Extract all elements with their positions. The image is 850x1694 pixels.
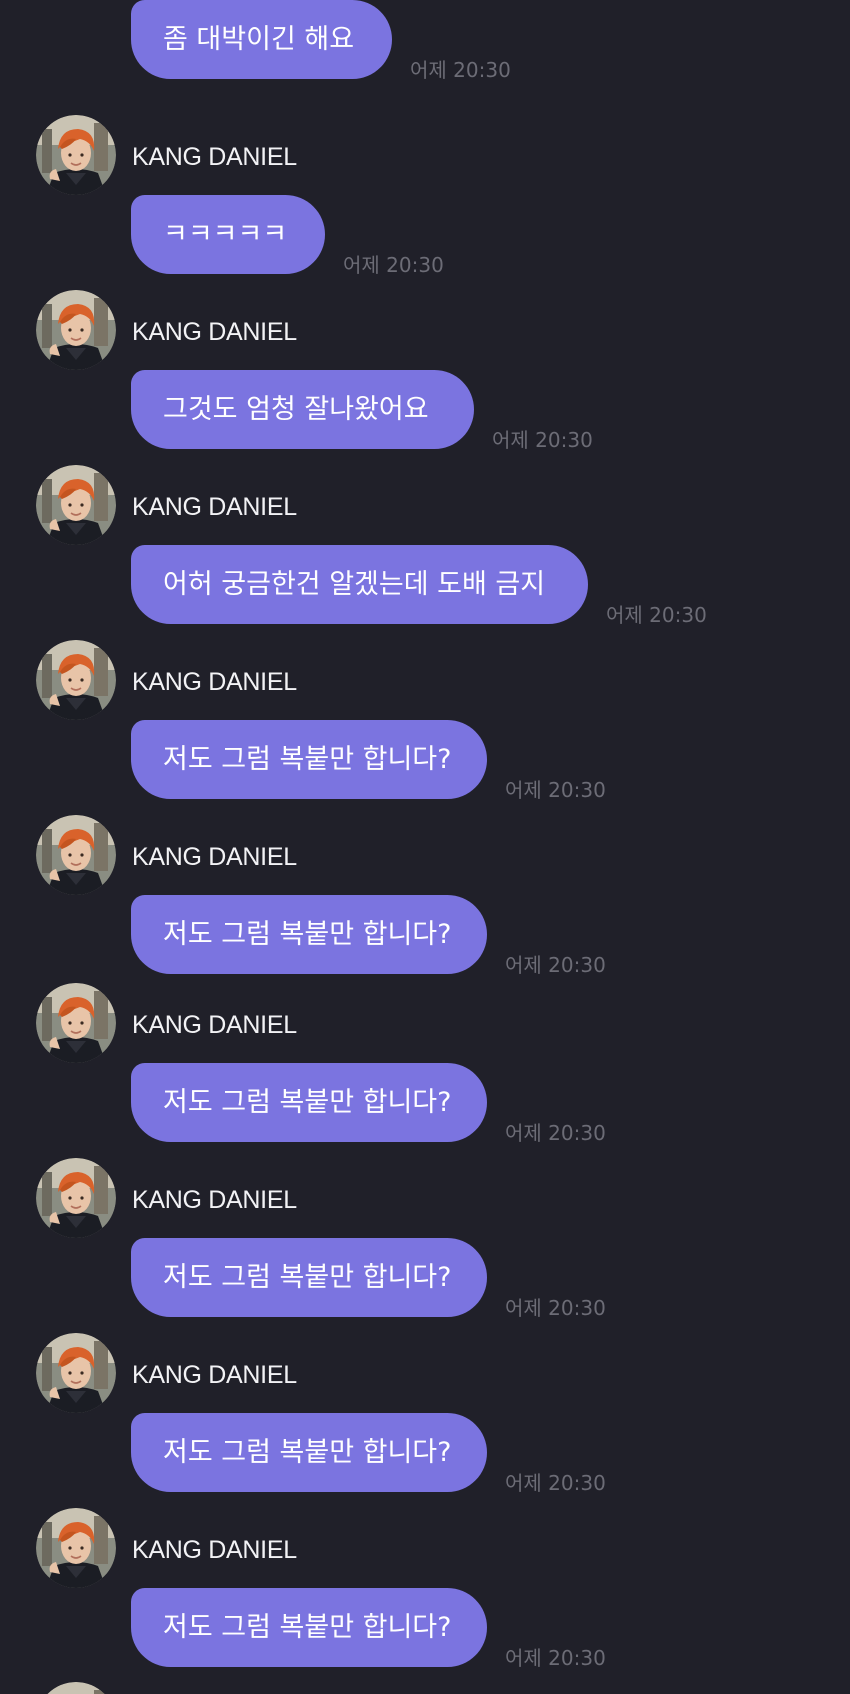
sender-name: KANG DANIEL bbox=[132, 493, 297, 521]
message-block: KANG DANIEL 저도 그럼 복붙만 합니다? 어제 20:30 bbox=[0, 1508, 850, 1683]
message-bubble[interactable]: 저도 그럼 복붙만 합니다? bbox=[131, 1413, 487, 1492]
chat-message-list[interactable]: 좀 대박이긴 해요어제 20:30 KANG DANIEL ㅋㅋㅋㅋㅋ 어제 20:3… bbox=[0, 0, 850, 1694]
message-block: KANG DANIEL 저도 그럼 복붙만 합니다? 어제 20:30 bbox=[0, 815, 850, 990]
avatar[interactable] bbox=[36, 115, 116, 195]
message-block bbox=[0, 1682, 850, 1694]
sender-name: KANG DANIEL bbox=[132, 143, 297, 171]
message-bubble[interactable]: ㅋㅋㅋㅋㅋ bbox=[131, 195, 325, 274]
message-timestamp: 어제 20:30 bbox=[343, 253, 444, 277]
message-bubble[interactable]: 저도 그럼 복붙만 합니다? bbox=[131, 1238, 487, 1317]
message-timestamp: 어제 20:30 bbox=[505, 1296, 606, 1320]
message-bubble[interactable]: 저도 그럼 복붙만 합니다? bbox=[131, 720, 487, 799]
message-timestamp: 어제 20:30 bbox=[410, 58, 511, 82]
sender-name: KANG DANIEL bbox=[132, 668, 297, 696]
sender-name: KANG DANIEL bbox=[132, 318, 297, 346]
sender-name: KANG DANIEL bbox=[132, 843, 297, 871]
avatar[interactable] bbox=[36, 983, 116, 1063]
sender-name: KANG DANIEL bbox=[132, 1186, 297, 1214]
message-block: KANG DANIEL ㅋㅋㅋㅋㅋ 어제 20:30 bbox=[0, 115, 850, 290]
avatar[interactable] bbox=[36, 815, 116, 895]
sender-name: KANG DANIEL bbox=[132, 1361, 297, 1389]
avatar[interactable] bbox=[36, 465, 116, 545]
message-timestamp: 어제 20:30 bbox=[606, 603, 707, 627]
avatar[interactable] bbox=[36, 1508, 116, 1588]
message-block: KANG DANIEL 어허 궁금한건 알겠는데 도배 금지어제 20:30 bbox=[0, 465, 850, 640]
avatar[interactable] bbox=[36, 1158, 116, 1238]
message-block: KANG DANIEL 저도 그럼 복붙만 합니다? 어제 20:30 bbox=[0, 983, 850, 1158]
message-timestamp: 어제 20:30 bbox=[505, 1646, 606, 1670]
avatar[interactable] bbox=[36, 640, 116, 720]
message-bubble[interactable]: 그것도 엄청 잘나왔어요 bbox=[131, 370, 474, 449]
message-timestamp: 어제 20:30 bbox=[492, 428, 593, 452]
avatar[interactable] bbox=[36, 1682, 116, 1694]
message-block: 좀 대박이긴 해요어제 20:30 bbox=[0, 0, 850, 95]
message-bubble[interactable]: 어허 궁금한건 알겠는데 도배 금지 bbox=[131, 545, 588, 624]
message-bubble[interactable]: 저도 그럼 복붙만 합니다? bbox=[131, 1063, 487, 1142]
sender-name: KANG DANIEL bbox=[132, 1536, 297, 1564]
message-block: KANG DANIEL 저도 그럼 복붙만 합니다? 어제 20:30 bbox=[0, 1158, 850, 1333]
sender-name: KANG DANIEL bbox=[132, 1011, 297, 1039]
message-timestamp: 어제 20:30 bbox=[505, 778, 606, 802]
message-block: KANG DANIEL 저도 그럼 복붙만 합니다? 어제 20:30 bbox=[0, 640, 850, 815]
message-block: KANG DANIEL 저도 그럼 복붙만 합니다? 어제 20:30 bbox=[0, 1333, 850, 1508]
avatar[interactable] bbox=[36, 1333, 116, 1413]
message-bubble[interactable]: 좀 대박이긴 해요 bbox=[131, 0, 392, 79]
avatar[interactable] bbox=[36, 290, 116, 370]
message-timestamp: 어제 20:30 bbox=[505, 1121, 606, 1145]
message-block: KANG DANIEL 그것도 엄청 잘나왔어요어제 20:30 bbox=[0, 290, 850, 465]
message-bubble[interactable]: 저도 그럼 복붙만 합니다? bbox=[131, 1588, 487, 1667]
message-bubble[interactable]: 저도 그럼 복붙만 합니다? bbox=[131, 895, 487, 974]
message-timestamp: 어제 20:30 bbox=[505, 1471, 606, 1495]
message-timestamp: 어제 20:30 bbox=[505, 953, 606, 977]
